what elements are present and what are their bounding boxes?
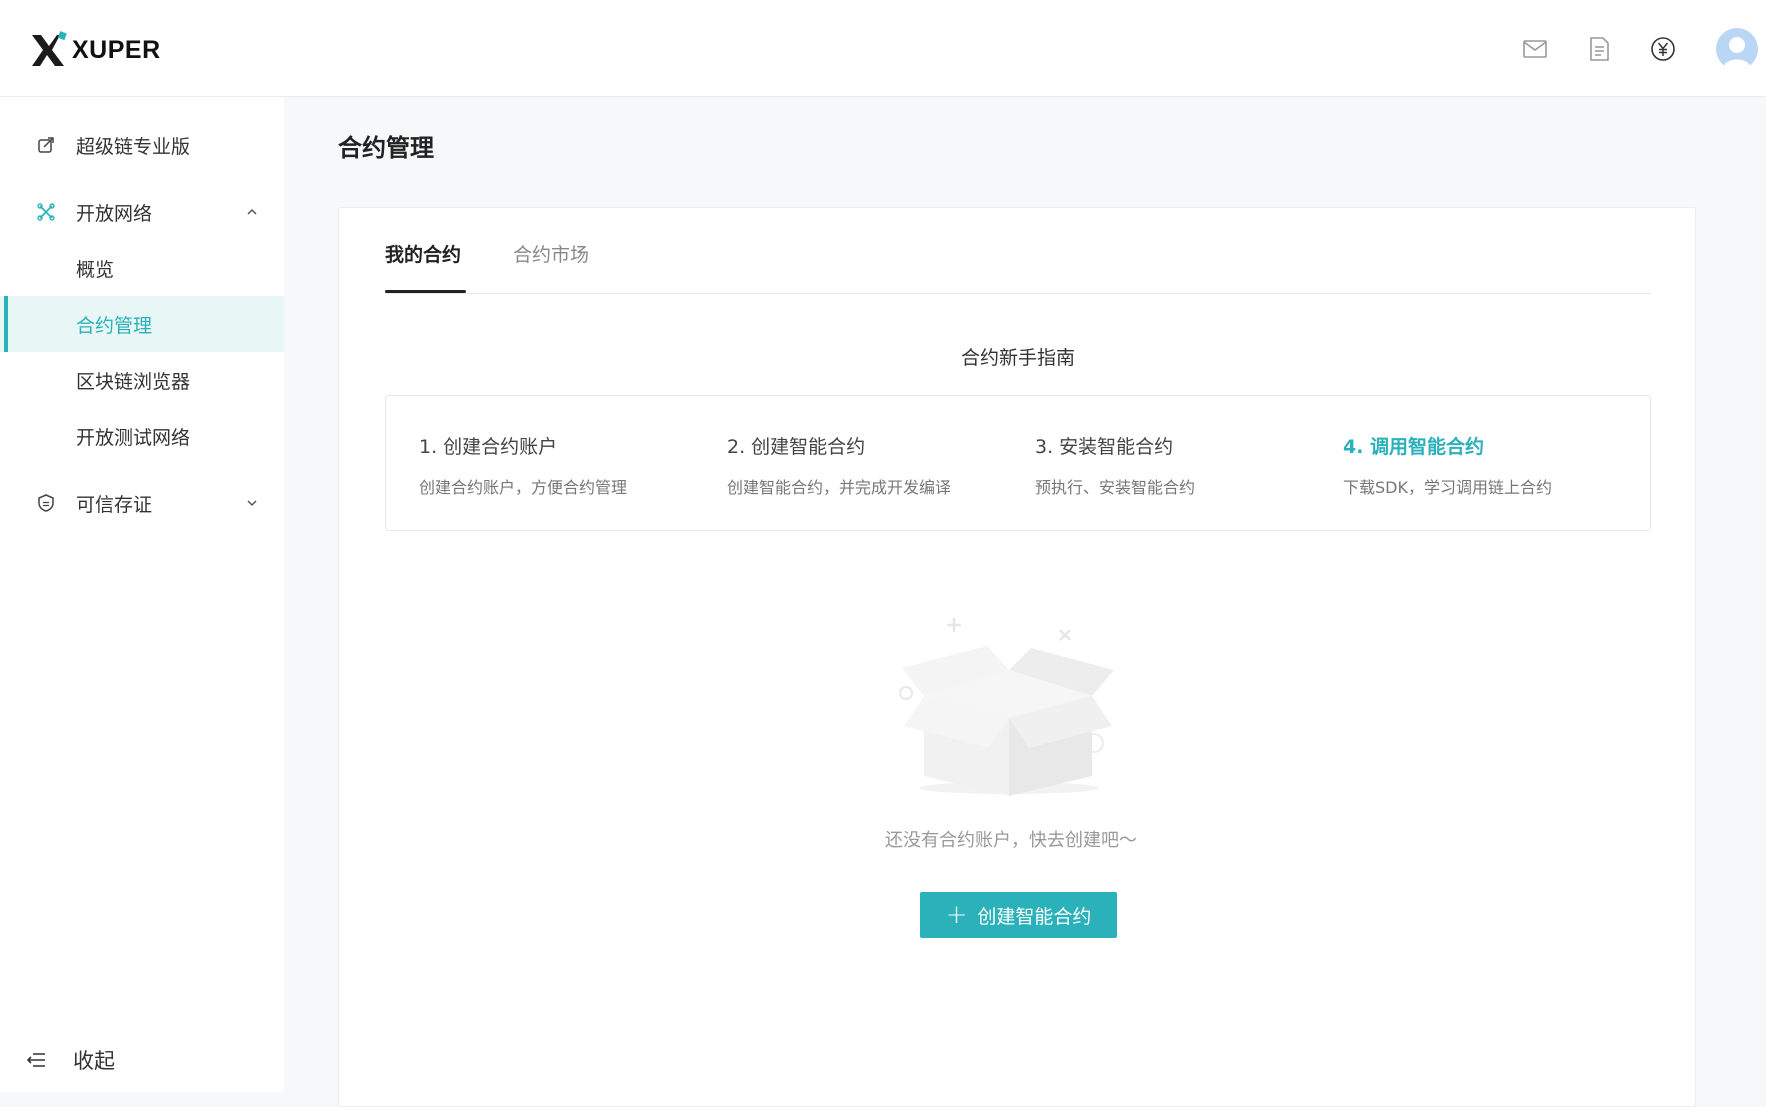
empty-state-text: 还没有合约账户，快去创建吧～ — [885, 830, 1137, 851]
xuper-logo-icon — [32, 31, 67, 66]
step-title: 3. 安装智能合约 — [1035, 436, 1174, 458]
external-link-icon — [38, 137, 54, 153]
sidebar-item-label: 区块链浏览器 — [76, 370, 191, 393]
step-desc: 预执行、安装智能合约 — [1035, 478, 1196, 497]
tab-my-contracts[interactable]: 我的合约 — [385, 240, 461, 267]
sidebar-item-open-network[interactable]: 开放网络 — [0, 184, 284, 240]
guide-title: 合约新手指南 — [960, 347, 1075, 369]
page-title: 合约管理 — [338, 134, 434, 162]
plus-icon: + — [945, 900, 968, 930]
create-contract-button[interactable]: + 创建智能合约 — [920, 892, 1117, 938]
sidebar-item-trusted-evidence[interactable]: 可信存证 — [0, 475, 284, 531]
mail-icon[interactable] — [1520, 34, 1550, 64]
sidebar-item-label: 可信存证 — [76, 493, 153, 516]
shield-icon — [38, 494, 54, 512]
sidebar-item-open-testnet[interactable]: 开放测试网络 — [0, 408, 284, 464]
step-desc: 创建合约账户，方便合约管理 — [419, 478, 628, 497]
step-desc: 创建智能合约，并完成开发编译 — [727, 478, 952, 497]
sidebar-item-blockchain-explorer[interactable]: 区块链浏览器 — [0, 352, 284, 408]
sidebar: 超级链专业版 开放网络 概览 合约管理 区块链浏览器 开放测试网络 可信存证 收… — [0, 97, 284, 1092]
empty-box-illustration — [884, 608, 1114, 808]
step-desc: 下载SDK，学习调用链上合约 — [1343, 478, 1552, 497]
create-contract-button-label: 创建智能合约 — [977, 905, 1092, 928]
logo[interactable]: XUPER — [30, 31, 161, 69]
active-tab-indicator — [385, 290, 466, 293]
sidebar-item-label: 概览 — [76, 258, 115, 281]
content-card: 我的合约 合约市场 合约新手指南 1. 创建合约账户 创建合约账户，方便合约管理… — [338, 207, 1696, 1107]
top-header: XUPER — [0, 0, 1766, 97]
tab-bar: 我的合约 合约市场 — [385, 208, 1651, 294]
yen-icon[interactable] — [1648, 34, 1678, 64]
chevron-up-icon — [247, 208, 257, 215]
sidebar-item-label: 开放测试网络 — [76, 426, 191, 449]
brand-name: XUPER — [72, 35, 161, 64]
tab-contract-market[interactable]: 合约市场 — [513, 240, 589, 267]
document-icon[interactable] — [1584, 34, 1614, 64]
sidebar-item-label: 开放网络 — [76, 202, 153, 225]
collapse-sidebar-button[interactable]: 收起 — [0, 1028, 284, 1092]
chevron-down-icon — [247, 500, 257, 507]
step-title: 4. 调用智能合约 — [1343, 436, 1485, 458]
collapse-icon — [26, 1053, 45, 1067]
step-title: 2. 创建智能合约 — [727, 436, 866, 458]
sidebar-item-label: 合约管理 — [76, 314, 153, 337]
step-title: 1. 创建合约账户 — [419, 436, 558, 458]
guide-steps: 1. 创建合约账户 创建合约账户，方便合约管理 2. 创建智能合约 创建智能合约… — [385, 395, 1651, 531]
sidebar-item-contract-management[interactable]: 合约管理 — [0, 296, 284, 352]
sidebar-item-xuperchain-pro[interactable]: 超级链专业版 — [0, 117, 284, 173]
collapse-label: 收起 — [73, 1049, 115, 1073]
sidebar-item-overview[interactable]: 概览 — [0, 240, 284, 296]
sidebar-item-label: 超级链专业版 — [76, 135, 191, 158]
avatar[interactable] — [1716, 28, 1758, 70]
network-icon — [37, 203, 55, 221]
